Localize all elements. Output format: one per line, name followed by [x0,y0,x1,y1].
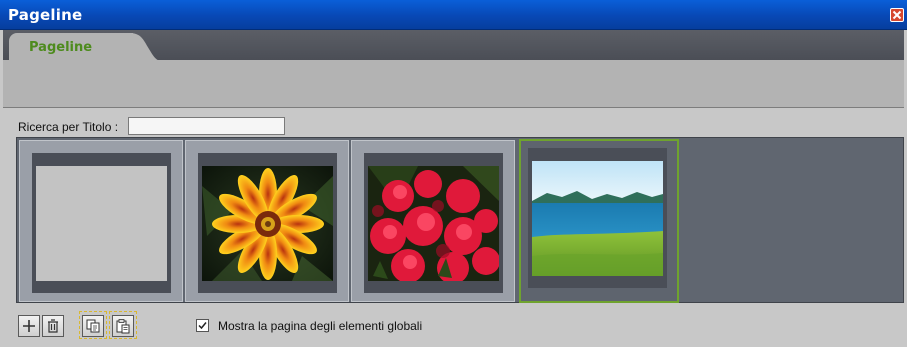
page-preview-red-flowers [368,166,499,281]
page-thumbnail[interactable] [19,140,183,302]
page-thumbnail-selected[interactable] [519,139,679,303]
pageline-window: Pageline Pageline Ricerca per Titolo : M… [0,0,907,347]
trash-icon [48,319,58,333]
page-preview-orange-flower [202,166,333,281]
page-thumbnail[interactable] [185,140,349,302]
checkmark-icon [198,322,207,330]
paste-page-button[interactable] [112,315,134,337]
copy-page-button[interactable] [82,315,104,337]
search-input[interactable] [128,117,285,135]
page-preview-blank [36,166,167,281]
close-icon [892,10,902,20]
page-frame [528,148,667,288]
window-title: Pageline [8,6,83,24]
title-bar[interactable]: Pageline [0,0,907,30]
tab-strip: Pageline [3,30,904,108]
plus-icon [23,320,35,332]
add-page-button[interactable] [18,315,40,337]
copy-icon [86,319,100,333]
page-frame [32,153,171,293]
search-label: Ricerca per Titolo : [18,120,119,134]
global-elements-checkbox[interactable] [196,319,209,332]
tab-curve [129,33,163,64]
page-gallery [16,137,904,303]
global-elements-label[interactable]: Mostra la pagina degli elementi globali [218,319,422,333]
close-button[interactable] [890,8,904,22]
page-preview-landscape [532,161,663,276]
page-toolbar: Mostra la pagina degli elementi globali [18,311,907,340]
page-thumbnail[interactable] [351,140,515,302]
page-frame [364,153,503,293]
tab-pageline-label: Pageline [29,40,93,55]
tab-pageline[interactable]: Pageline [9,33,163,64]
delete-page-button[interactable] [42,315,64,337]
page-frame [198,153,337,293]
paste-icon [116,319,130,334]
